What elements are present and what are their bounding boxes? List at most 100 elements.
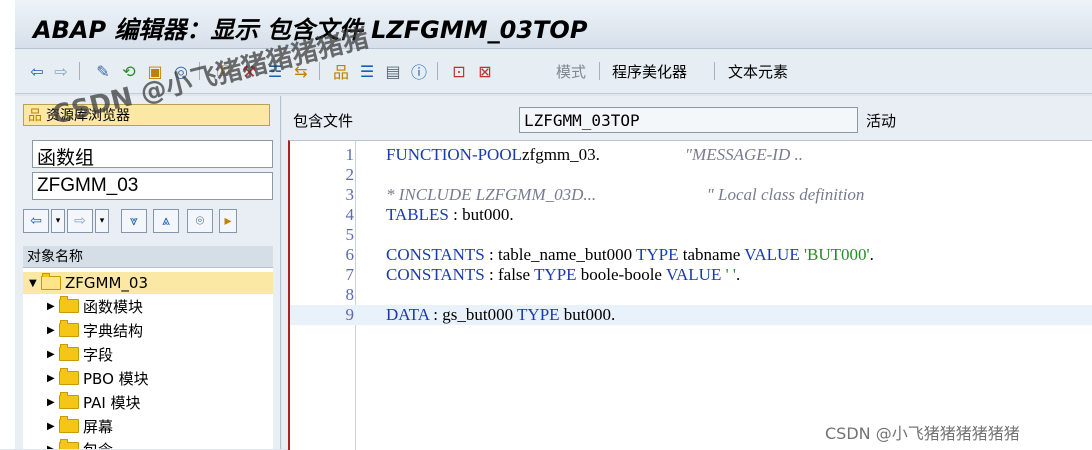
chevron-down-icon[interactable]: ▾ [51, 209, 65, 233]
code-token: TYPE [534, 265, 577, 284]
code-editor[interactable]: 1 FUNCTION-POOLzfgmm_03. "MESSAGE-ID .. 2 3… [288, 140, 1092, 450]
repository-browser-button[interactable]: 品 资源库浏览器 [23, 104, 270, 126]
code-text: CONSTANTS : false TYPE boole-boole VALUE… [386, 265, 740, 285]
tree-node[interactable]: ▶ PAI 模块 [47, 391, 141, 413]
line-number: 3 [345, 185, 355, 204]
active-inactive-icon[interactable]: ▣ [145, 61, 165, 81]
code-line[interactable]: 7 CONSTANTS : false TYPE boole-boole VALU… [290, 265, 1092, 285]
triangle-right-icon[interactable]: ▶ [47, 373, 59, 384]
activate-icon[interactable]: ⚒ [239, 61, 259, 81]
line-number: 8 [345, 285, 355, 304]
other-object-icon[interactable]: ✎ [93, 61, 113, 81]
code-line[interactable]: 3 * INCLUDE LZFGMM_03D... " Local class d… [290, 185, 1092, 205]
mode-button[interactable]: 模式 [556, 61, 586, 82]
code-line[interactable]: 8 [290, 285, 1092, 305]
folder-icon [59, 392, 79, 409]
triangle-right-icon[interactable]: ▶ [47, 444, 59, 450]
repository-browser-label: 资源库浏览器 [46, 108, 130, 124]
back-arrow-icon[interactable]: ⇦ [23, 209, 49, 233]
code-token: VALUE [665, 265, 722, 284]
line-number: 5 [345, 225, 355, 244]
object-icon[interactable]: ▸ [219, 209, 237, 233]
code-line[interactable]: 6 CONSTANTS : table_name_but000 TYPE tabn… [290, 245, 1092, 265]
tree-node[interactable]: ▶ 函数模块 [47, 295, 143, 317]
list-icon[interactable]: ▤ [383, 61, 403, 81]
code-line[interactable]: 9 DATA : gs_but000 TYPE but000. [290, 305, 1092, 325]
binoculars-icon[interactable]: ⌾ [187, 209, 213, 233]
code-text: DATA : gs_but000 TYPE but000. [386, 305, 615, 325]
tree-node-label: 字典结构 [83, 321, 144, 340]
forward-arrow-icon[interactable]: ⇨ [67, 209, 93, 233]
code-line[interactable]: 1 FUNCTION-POOLzfgmm_03. "MESSAGE-ID .. [290, 145, 1092, 165]
tree-node[interactable]: ▶ 屏幕 [47, 415, 113, 437]
title-bar: ABAP 编辑器：显示 包含文件 LZFGMM_03TOP [15, 0, 1092, 49]
code-token: boole-boole [576, 265, 666, 284]
test-icon[interactable]: ☲ [265, 61, 285, 81]
tree-node[interactable]: ▶ 字段 [47, 343, 113, 365]
info-icon[interactable]: ⓘ [409, 61, 429, 82]
tree-node-root[interactable]: ▼ ZFGMM_03 [23, 272, 273, 294]
folder-icon [59, 368, 79, 385]
application-toolbar: ⇦ ⇨ ✎ ⟲ ▣ ◎ ⚿ ⚒ ☲ ⇆ 品 ☰ ▤ ⓘ ⊡ ⊠ 模式 程序美化器… [15, 49, 1092, 94]
split-screen-icon[interactable]: ☰ [357, 61, 377, 81]
triangle-down-icon[interactable]: ▼ [29, 278, 41, 289]
code-token: * INCLUDE LZFGMM_03D... " Local class de… [386, 185, 865, 204]
tree-node[interactable]: ▶ 包含 [47, 438, 113, 449]
triangle-right-icon[interactable]: ▶ [47, 349, 59, 360]
toolbar-separator [437, 62, 438, 80]
code-token: TYPE [636, 245, 679, 264]
code-token: : table_name_but000 [484, 245, 637, 264]
folder-icon [59, 416, 79, 433]
check-icon[interactable]: ⚿ [213, 61, 233, 81]
tree-node[interactable]: ▶ 字典结构 [47, 319, 143, 341]
code-token: TABLES [386, 205, 449, 224]
line-number: 1 [345, 145, 355, 164]
watermark: CSDN @小飞猪猪猪猪猪猪 [825, 424, 1020, 443]
triangle-right-icon[interactable]: ▶ [47, 421, 59, 432]
code-line[interactable]: 4 TABLES : but000. [290, 205, 1092, 225]
code-token: "MESSAGE-ID .. [599, 145, 803, 164]
code-token: FUNCTION-POOL [386, 145, 522, 164]
code-token: : gs_but000 [429, 305, 518, 324]
display-change-icon[interactable]: ⟲ [119, 61, 139, 81]
triangle-right-icon[interactable]: ▶ [47, 301, 59, 312]
where-used-icon[interactable]: ◎ [171, 61, 191, 81]
tree-node[interactable]: ▶ PBO 模块 [47, 367, 149, 389]
navigation-window-icon[interactable]: 品 [331, 61, 351, 82]
object-list-icon[interactable]: ⇆ [291, 61, 311, 81]
forward-arrow-icon[interactable]: ⇨ [51, 61, 71, 81]
session-breakpoint-icon[interactable]: ⊠ [475, 61, 495, 81]
line-number: 7 [345, 265, 355, 284]
triangle-right-icon[interactable]: ▶ [47, 397, 59, 408]
code-token: VALUE [744, 245, 800, 264]
toolbar-separator [599, 62, 600, 80]
back-arrow-icon[interactable]: ⇦ [27, 61, 47, 81]
code-token: CONSTANTS [386, 245, 485, 264]
toolbar-separator [714, 62, 715, 80]
object-name-field[interactable]: ZFGMM_03 [32, 172, 273, 200]
pretty-printer-button[interactable]: 程序美化器 [612, 61, 687, 82]
collapse-icon[interactable]: ⩔ [121, 209, 147, 233]
breakpoint-icon[interactable]: ⊡ [449, 61, 469, 81]
code-token: ' ' [721, 265, 736, 284]
line-number: 6 [345, 245, 355, 264]
code-token: TYPE [517, 305, 560, 324]
object-tree: ▼ ZFGMM_03 ▶ 函数模块 ▶ 字典结构 ▶ 字段 ▶ PBO 模块 ▶… [23, 268, 273, 449]
tree-node-label: PAI 模块 [83, 393, 141, 412]
expand-icon[interactable]: ⩓ [153, 209, 179, 233]
tree-node-label: ZFGMM_03 [65, 274, 148, 292]
toolbar-separator [319, 62, 320, 80]
folder-icon [59, 320, 79, 337]
chevron-down-icon[interactable]: ▾ [95, 209, 109, 233]
code-token: . [736, 265, 741, 284]
object-type-field[interactable]: 函数组 [32, 140, 273, 169]
code-line[interactable]: 2 [290, 165, 1092, 185]
triangle-right-icon[interactable]: ▶ [47, 325, 59, 336]
line-number: 2 [345, 165, 355, 184]
code-line[interactable]: 5 [290, 225, 1092, 245]
include-name-field[interactable]: LZFGMM_03TOP [519, 107, 858, 133]
include-label: 包含文件 [293, 112, 354, 130]
text-elements-button[interactable]: 文本元素 [728, 61, 788, 82]
tree-node-label: 屏幕 [83, 417, 114, 436]
code-token: CONSTANTS [386, 265, 485, 284]
